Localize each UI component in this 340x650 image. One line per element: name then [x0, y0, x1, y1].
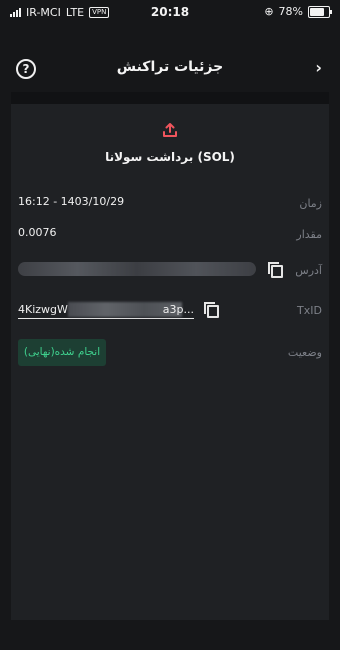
copy-address-icon[interactable] — [268, 262, 283, 278]
page-title: جزئیات تراکنش — [116, 59, 224, 75]
time-value: 16:12 - 1403/10/29 — [18, 195, 125, 208]
transaction-title: برداشت سولانا (SOL) — [105, 150, 235, 164]
copy-txid-icon[interactable] — [204, 302, 219, 318]
txid-link[interactable]: 4KizwgW a3p... — [18, 302, 194, 319]
back-button[interactable]: › — [315, 58, 322, 77]
status-label: وضعیت — [287, 346, 322, 359]
txid-label: TxID — [297, 304, 322, 317]
txid-start: 4KizwgW — [18, 303, 68, 316]
app-header: ? جزئیات تراکنش › — [0, 50, 340, 88]
battery-icon — [308, 5, 332, 18]
address-label: آدرس — [295, 264, 322, 277]
address-value-redacted — [18, 262, 256, 276]
header-divider — [11, 92, 329, 104]
battery-fill — [310, 7, 325, 16]
orientation-lock-icon: ⊕ — [264, 5, 274, 18]
time-label: زمان — [299, 197, 322, 210]
txid-end: a3p... — [162, 303, 194, 316]
amount-value: 0.0076 — [18, 226, 57, 239]
battery-percent: 78% — [278, 5, 303, 18]
upload-icon — [163, 123, 177, 137]
status-bar: IR-MCI LTE VPN 20:18 ⊕ 78% — [0, 0, 340, 22]
status-right: ⊕ 78% — [264, 5, 332, 18]
amount-label: مقدار — [296, 228, 322, 241]
status-badge: انجام شده(نهایی) — [18, 339, 106, 366]
